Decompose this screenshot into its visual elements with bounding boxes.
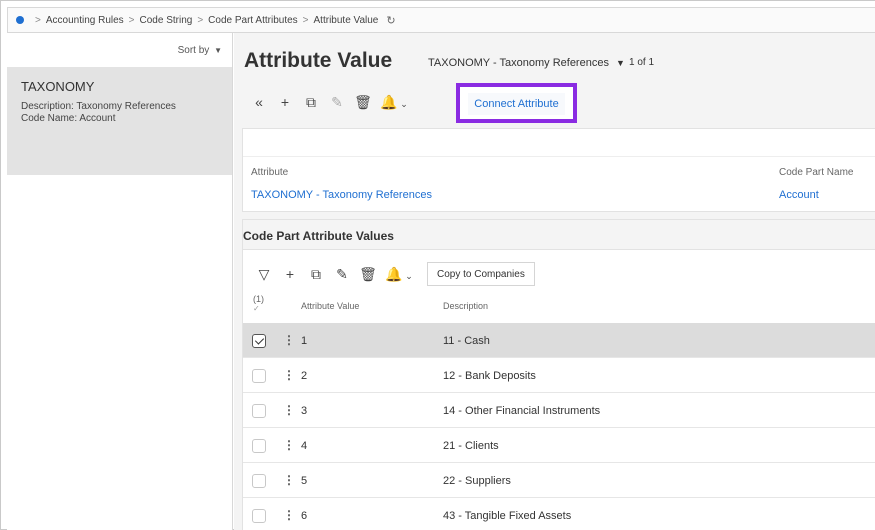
description-cell: 14 - Other Financial Instruments [443, 405, 601, 417]
code-name-label: Code Name: [21, 113, 78, 124]
attribute-link[interactable]: TAXONOMY - Taxonomy References [251, 189, 432, 201]
bell-icon[interactable]: 🔔 ⌄ [376, 94, 412, 111]
attribute-value-cell: 3 [301, 405, 308, 417]
table-row[interactable]: ⋮ 3 14 - Other Financial Instruments [243, 393, 875, 428]
main-content: Attribute Value TAXONOMY - Taxonomy Refe… [234, 33, 875, 530]
kebab-menu-icon[interactable]: ⋮ [283, 438, 295, 452]
connect-attribute-button[interactable]: Connect Attribute [468, 93, 565, 115]
add-icon[interactable]: + [277, 266, 303, 282]
row-checkbox[interactable] [252, 439, 266, 453]
page-title: Attribute Value [244, 49, 393, 72]
row-checkbox[interactable] [252, 404, 266, 418]
row-checkbox[interactable] [252, 474, 266, 488]
chevron-right-icon: > [35, 14, 41, 26]
check-icon: ✓ [253, 304, 260, 313]
collapse-icon[interactable]: « [246, 94, 272, 110]
edit-icon[interactable]: ✎ [329, 266, 355, 283]
record-description: Description: Taxonomy References [21, 101, 218, 113]
code-part-attribute-values-card: Code Part Attribute Values ▽ + ⧉ ✎ 🗑 🔔 ⌄… [242, 219, 875, 530]
edit-icon[interactable]: ✎ [324, 94, 350, 111]
selection-count[interactable]: (1) ✓ [253, 294, 264, 320]
attribute-label: Attribute [251, 167, 289, 178]
code-name-value: Account [79, 113, 116, 124]
refresh-icon[interactable]: ↻ [386, 14, 395, 27]
table-row[interactable]: ⋮ 6 43 - Tangible Fixed Assets [243, 498, 875, 530]
description-cell: 11 - Cash [443, 335, 490, 347]
row-checkbox[interactable] [252, 369, 266, 383]
attribute-value-cell: 5 [301, 475, 308, 487]
description-label: Description: [21, 101, 74, 112]
delete-icon[interactable]: 🗑 [350, 94, 376, 111]
filter-icon[interactable]: ▽ [251, 266, 277, 283]
record-selector[interactable]: TAXONOMY - Taxonomy References ▼ [428, 57, 625, 69]
column-header-description[interactable]: Description [443, 294, 488, 320]
breadcrumb: > Accounting Rules > Code String > Code … [7, 7, 875, 33]
app-frame: > Accounting Rules > Code String > Code … [0, 0, 875, 530]
breadcrumb-item-accounting-rules[interactable]: Accounting Rules [46, 15, 124, 26]
breadcrumb-item-code-string[interactable]: Code String [140, 15, 193, 26]
card-header-band [243, 129, 875, 157]
description-cell: 21 - Clients [443, 440, 499, 452]
record-count: 1 of 1 [629, 57, 655, 68]
kebab-menu-icon[interactable]: ⋮ [283, 473, 295, 487]
description-cell: 22 - Suppliers [443, 475, 511, 487]
sort-by-label: Sort by [177, 45, 210, 56]
chevron-right-icon: > [197, 14, 204, 26]
kebab-menu-icon[interactable]: ⋮ [283, 333, 295, 347]
duplicate-icon[interactable]: ⧉ [303, 266, 329, 283]
description-cell: 12 - Bank Deposits [443, 370, 536, 382]
card-title: Code Part Attribute Values [243, 220, 875, 250]
code-part-name-link[interactable]: Account [779, 189, 819, 201]
record-list-pane: Sort by ▼ TAXONOMY Description: Taxonomy… [7, 33, 233, 530]
record-selector-label: TAXONOMY - Taxonomy References [428, 57, 609, 69]
breadcrumb-item-code-part-attributes[interactable]: Code Part Attributes [208, 15, 298, 26]
attribute-value-cell: 6 [301, 510, 308, 522]
chevron-right-icon: > [128, 14, 135, 26]
selection-count-label: (1) [253, 294, 264, 304]
kebab-menu-icon[interactable]: ⋮ [283, 368, 295, 382]
attribute-value-cell: 1 [301, 335, 308, 347]
table-row[interactable]: ⋮ 1 11 - Cash [243, 323, 875, 358]
copy-to-companies-button[interactable]: Copy to Companies [427, 262, 535, 286]
row-checkbox[interactable] [252, 509, 266, 523]
duplicate-icon[interactable]: ⧉ [298, 94, 324, 111]
caret-down-icon: ▼ [214, 46, 222, 55]
kebab-menu-icon[interactable]: ⋮ [283, 403, 295, 417]
table-row[interactable]: ⋮ 5 22 - Suppliers [243, 463, 875, 498]
bell-icon[interactable]: 🔔 ⌄ [381, 266, 417, 283]
attribute-value-cell: 2 [301, 370, 308, 382]
attribute-value-cell: 4 [301, 440, 308, 452]
delete-icon[interactable]: 🗑 [355, 266, 381, 283]
main-toolbar: « + ⧉ ✎ 🗑 🔔 ⌄ [246, 89, 412, 115]
connect-attribute-highlight: Connect Attribute [456, 83, 577, 123]
values-table-body: ⋮ 1 11 - Cash ⋮ 2 12 - Bank Deposits ⋮ 3… [243, 323, 875, 530]
description-cell: 43 - Tangible Fixed Assets [443, 510, 572, 522]
code-part-name-label: Code Part Name [779, 167, 854, 178]
kebab-menu-icon[interactable]: ⋮ [283, 508, 295, 522]
add-icon[interactable]: + [272, 94, 298, 110]
home-dot-icon[interactable] [16, 16, 24, 24]
caret-down-icon: ▼ [616, 58, 625, 68]
record-title: TAXONOMY [21, 79, 95, 94]
sort-by-button[interactable]: Sort by ▼ [178, 45, 222, 56]
row-checkbox[interactable] [252, 334, 266, 348]
breadcrumb-item-attribute-value: Attribute Value [313, 14, 379, 26]
record-item[interactable]: TAXONOMY Description: Taxonomy Reference… [7, 67, 232, 175]
record-code-name: Code Name: Account [21, 113, 218, 125]
values-toolbar: ▽ + ⧉ ✎ 🗑 🔔 ⌄ Copy to Companies [251, 260, 535, 288]
table-row[interactable]: ⋮ 2 12 - Bank Deposits [243, 358, 875, 393]
description-value: Taxonomy References [76, 101, 176, 112]
table-row[interactable]: ⋮ 4 21 - Clients [243, 428, 875, 463]
chevron-right-icon: > [302, 14, 309, 26]
attribute-detail-card: Attribute TAXONOMY - Taxonomy References… [242, 128, 875, 212]
column-header-attribute-value[interactable]: Attribute Value [301, 294, 359, 320]
